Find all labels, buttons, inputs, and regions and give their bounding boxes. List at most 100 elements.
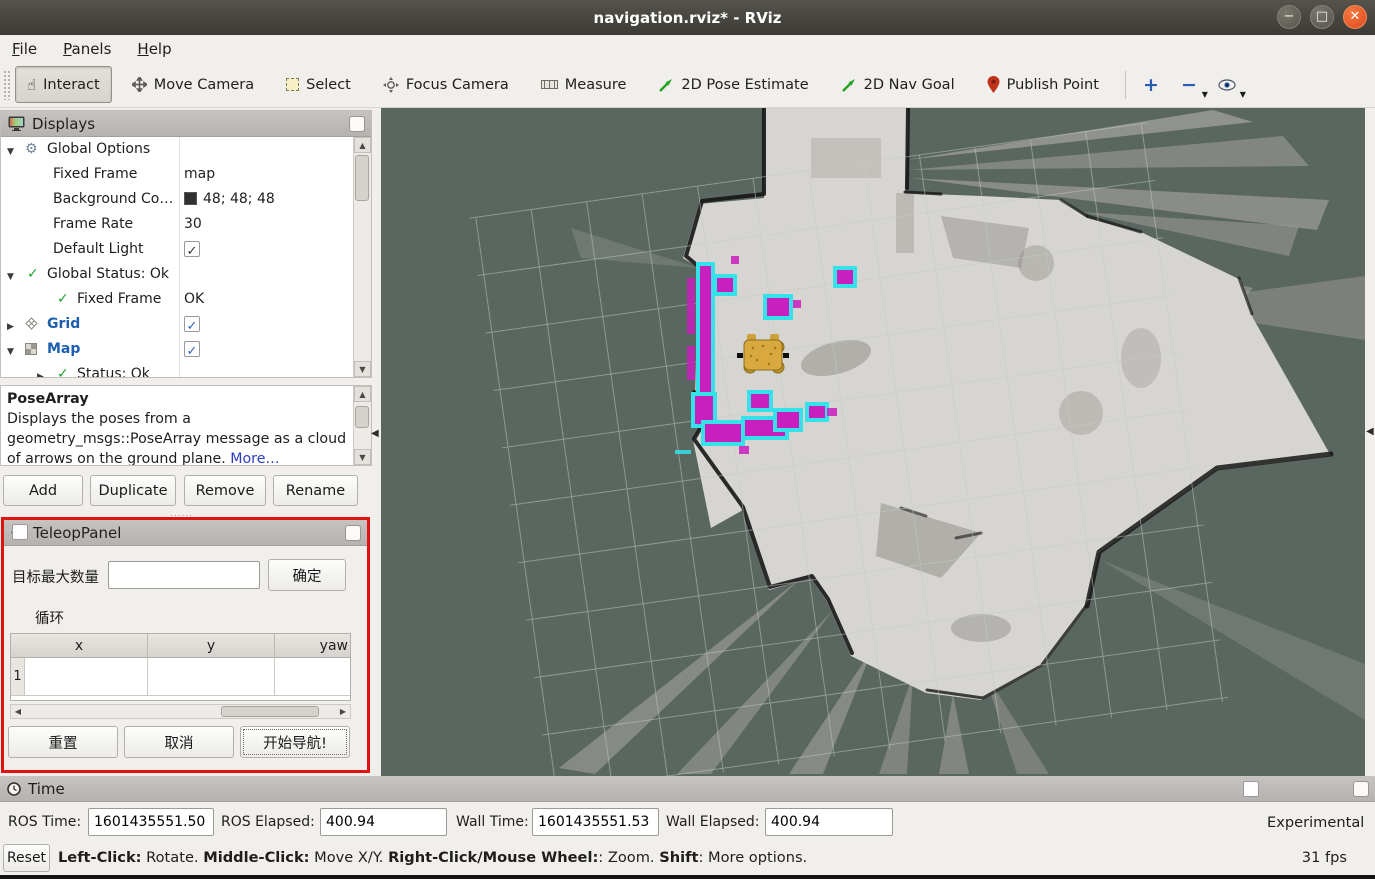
column-header-yaw[interactable]: yaw — [275, 634, 350, 657]
confirm-button[interactable]: 确定 — [268, 559, 346, 591]
panel-float-button[interactable] — [1353, 781, 1369, 797]
color-swatch[interactable] — [184, 192, 197, 205]
add-button[interactable]: Add — [3, 475, 83, 506]
checkbox-checked[interactable]: ✓ — [184, 316, 200, 332]
render-viewport[interactable] — [381, 108, 1365, 776]
tool-focus-camera[interactable]: Focus Camera — [371, 66, 521, 103]
tool-publish-point[interactable]: Publish Point — [975, 66, 1111, 103]
scroll-down-icon[interactable]: ▼ — [354, 449, 371, 465]
time-panel-header[interactable]: Time — [0, 777, 1375, 802]
red-pin-icon — [987, 76, 1000, 93]
maximize-button[interactable]: □ — [1310, 5, 1334, 29]
tree-row-background-color[interactable]: Background Co… 48; 48; 48 — [1, 187, 371, 212]
scroll-down-icon[interactable]: ▼ — [354, 361, 371, 377]
max-goals-label: 目标最大数量 — [12, 566, 99, 587]
rename-button[interactable]: Rename — [273, 475, 358, 506]
tool-interact[interactable]: ☝ Interact — [15, 66, 112, 103]
right-splitter-collapse-icon[interactable]: ◀ — [1366, 426, 1375, 437]
scroll-up-icon[interactable]: ▲ — [354, 137, 371, 153]
column-header-x[interactable]: x — [11, 634, 148, 657]
experimental-checkbox[interactable] — [1243, 781, 1259, 797]
displays-panel-header[interactable]: Displays — [1, 111, 371, 137]
waypoint-table: x y yaw 1 — [10, 633, 351, 701]
mouse-help-text: Left-Click: Rotate. Middle-Click: Move X… — [58, 841, 807, 874]
menu-file[interactable]: File — [12, 40, 37, 58]
tree-row-global-options[interactable]: ▼ ⚙ Global Options — [1, 137, 371, 162]
toolbar-drag-handle[interactable] — [3, 70, 11, 100]
row-header[interactable]: 1 — [11, 658, 25, 696]
remove-tool-button[interactable]: −▼ — [1176, 70, 1202, 100]
expander-down-icon[interactable]: ▼ — [7, 143, 14, 162]
left-panel-column: Displays ▼ ⚙ Global Options Fixed Frame … — [0, 108, 381, 776]
tool-measure[interactable]: Measure — [529, 66, 639, 103]
remove-button[interactable]: Remove — [184, 475, 266, 506]
tool-properties-button[interactable]: ▼ — [1214, 70, 1240, 100]
check-ok-icon: ✓ — [27, 265, 39, 284]
tree-row-fixed-frame-status[interactable]: ✓ Fixed Frame OK — [1, 287, 371, 312]
description-title: PoseArray — [7, 391, 89, 407]
tree-row-global-status[interactable]: ▼ ✓ Global Status: Ok — [1, 262, 371, 287]
display-description-box: PoseArray Displays the poses from a geom… — [0, 385, 372, 466]
description-scrollbar[interactable]: ▲ ▼ — [353, 386, 371, 465]
checkbox-checked[interactable]: ✓ — [184, 341, 200, 357]
scrollbar-thumb[interactable] — [355, 155, 369, 201]
description-line: of arrows on the ground plane. — [7, 451, 226, 466]
checkbox-checked[interactable]: ✓ — [184, 241, 200, 257]
duplicate-button[interactable]: Duplicate — [90, 475, 176, 506]
menu-panels[interactable]: Panels — [63, 40, 111, 58]
tree-row-grid[interactable]: ▶ Grid ✓ — [1, 312, 371, 337]
titlebar[interactable]: navigation.rviz* - RViz − □ ✕ — [0, 0, 1375, 35]
tree-row-map[interactable]: ▼ Map ✓ — [1, 337, 371, 362]
table-hscrollbar[interactable]: ◀ ▶ — [10, 704, 351, 719]
window-bottom-edge — [0, 875, 1375, 879]
tree-row-frame-rate[interactable]: Frame Rate 30 — [1, 212, 371, 237]
start-navigation-button[interactable]: 开始导航! — [240, 726, 350, 758]
tree-row-map-status[interactable]: ▶ ✓ Status: Ok — [1, 362, 371, 377]
left-splitter-collapse-icon[interactable]: ◀ — [371, 428, 379, 439]
minimize-button[interactable]: − — [1277, 5, 1301, 29]
panel-float-button[interactable] — [349, 116, 365, 132]
tool-move-camera[interactable]: Move Camera — [120, 66, 266, 103]
scrollbar-thumb[interactable] — [221, 706, 319, 717]
reset-goals-button[interactable]: 重置 — [8, 726, 118, 758]
add-tool-button[interactable]: + — [1138, 70, 1164, 100]
tree-row-fixed-frame[interactable]: Fixed Frame map — [1, 162, 371, 187]
description-line: geometry_msgs::PoseArray message as a cl… — [7, 431, 346, 447]
close-button[interactable]: ✕ — [1343, 5, 1367, 29]
column-header-y[interactable]: y — [148, 634, 275, 657]
loop-checkbox[interactable] — [12, 524, 28, 540]
time-panel-title: Time — [28, 780, 65, 798]
selection-box-icon — [286, 78, 299, 91]
expander-right-icon[interactable]: ▶ — [37, 368, 44, 377]
reset-button[interactable]: Reset — [3, 844, 50, 872]
scroll-right-icon[interactable]: ▶ — [336, 705, 350, 718]
wall-time-input[interactable] — [532, 808, 659, 836]
teleop-panel-header[interactable]: TeleopPanel — [4, 520, 367, 546]
displays-scrollbar[interactable]: ▲ ▼ — [353, 137, 371, 377]
max-goals-input[interactable] — [108, 561, 260, 589]
menu-help[interactable]: Help — [137, 40, 171, 58]
more-link[interactable]: More… — [230, 451, 279, 466]
expander-down-icon[interactable]: ▼ — [7, 268, 14, 287]
ros-time-input[interactable] — [88, 808, 214, 836]
clock-icon — [7, 782, 21, 796]
scroll-left-icon[interactable]: ◀ — [11, 705, 25, 718]
tool-2d-pose-estimate[interactable]: 2D Pose Estimate — [646, 66, 820, 103]
teleop-panel-title: TeleopPanel — [33, 524, 121, 542]
cell-y[interactable] — [148, 658, 275, 696]
scrollbar-thumb[interactable] — [355, 406, 369, 428]
wall-elapsed-input[interactable] — [765, 808, 893, 836]
expander-down-icon[interactable]: ▼ — [7, 343, 14, 362]
cancel-button[interactable]: 取消 — [124, 726, 234, 758]
expander-right-icon[interactable]: ▶ — [7, 318, 14, 337]
tree-row-default-light[interactable]: Default Light ✓ — [1, 237, 371, 262]
panel-float-button[interactable] — [345, 525, 361, 541]
tool-2d-nav-goal[interactable]: 2D Nav Goal — [829, 66, 967, 103]
time-panel: Time ROS Time: ROS Elapsed: Wall Time: W… — [0, 776, 1375, 841]
tool-select[interactable]: Select — [274, 66, 363, 103]
cell-yaw[interactable] — [275, 658, 350, 696]
cell-x[interactable] — [25, 658, 148, 696]
scroll-up-icon[interactable]: ▲ — [354, 386, 371, 402]
ros-elapsed-input[interactable] — [320, 808, 447, 836]
displays-panel-title: Displays — [32, 115, 95, 133]
